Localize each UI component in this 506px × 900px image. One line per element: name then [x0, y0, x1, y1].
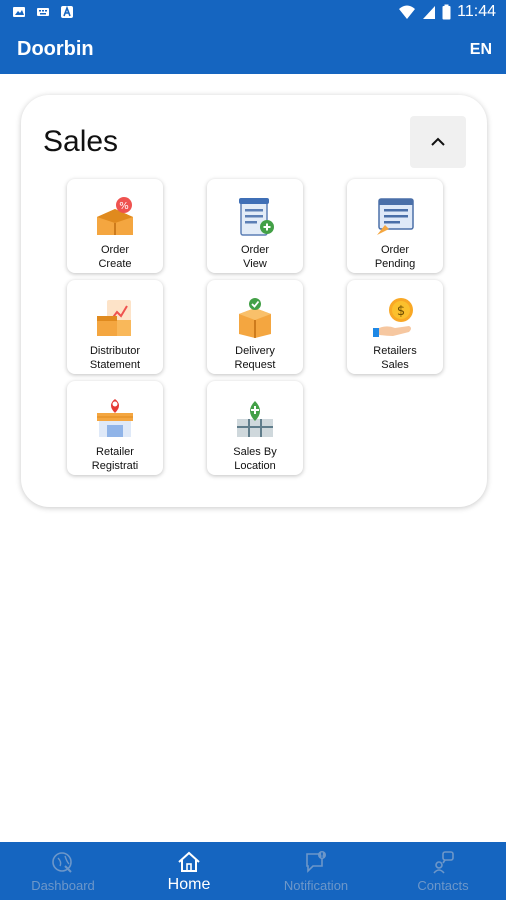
app-bar: Doorbin EN — [0, 26, 506, 74]
tile-sales-by-location[interactable]: Sales By Location — [207, 381, 303, 475]
nav-label: Contacts — [417, 878, 469, 893]
app-notification-icon — [61, 5, 73, 18]
tile-distributor-statement[interactable]: Distributor Statement — [67, 280, 163, 374]
tile-order-pending[interactable]: Order Pending — [347, 179, 443, 273]
sales-card: Sales % Order Create Order View Order Pe… — [21, 95, 487, 507]
tile-label: Order Pending — [374, 244, 416, 270]
sales-section-title: Sales — [43, 125, 119, 158]
order-create-icon: % — [97, 197, 133, 235]
home-icon — [178, 851, 200, 872]
contacts-icon — [433, 851, 454, 874]
notification-icon — [306, 851, 326, 873]
svg-text:$: $ — [397, 304, 405, 319]
collapse-button[interactable] — [410, 116, 466, 168]
signal-icon — [423, 6, 436, 19]
nav-label: Notification — [283, 878, 349, 893]
order-pending-icon — [377, 198, 414, 235]
tile-order-create[interactable]: % Order Create — [67, 179, 163, 273]
distributor-statement-icon — [97, 300, 131, 336]
tile-label: Order Create — [98, 244, 132, 270]
nav-label: Dashboard — [31, 878, 95, 893]
dashboard-icon — [52, 852, 72, 873]
clock: 11:44 — [457, 3, 496, 20]
tile-delivery-request[interactable]: Delivery Request — [207, 280, 303, 374]
language-selector[interactable]: EN — [470, 41, 492, 59]
retailers-sales-icon: $ — [373, 298, 413, 337]
tile-retailers-sales[interactable]: $ Retailers Sales — [347, 280, 443, 374]
order-view-icon — [239, 198, 274, 236]
retailer-registration-icon — [97, 399, 133, 437]
bottom-navigation: Dashboard Home Notification Contacts — [0, 842, 506, 900]
tile-label: Sales By Location — [233, 446, 277, 472]
nav-label: Home — [167, 876, 211, 893]
nav-contacts[interactable]: Contacts — [380, 842, 506, 900]
image-notification-icon — [13, 7, 25, 17]
tile-label: Retailers Sales — [373, 345, 417, 371]
chevron-up-icon — [431, 137, 445, 146]
tile-order-view[interactable]: Order View — [207, 179, 303, 273]
nav-dashboard[interactable]: Dashboard — [0, 842, 126, 900]
tile-label: Distributor Statement — [89, 345, 141, 371]
sales-by-location-icon — [237, 401, 273, 437]
tile-retailer-registration[interactable]: Retailer Registrati — [67, 381, 163, 475]
svg-text:%: % — [119, 201, 129, 212]
app-title: Doorbin — [17, 38, 94, 60]
tile-label: Retailer Registrati — [91, 446, 139, 472]
nav-notification[interactable]: Notification — [253, 842, 379, 900]
wifi-icon — [399, 5, 416, 19]
keyboard-notification-icon — [37, 8, 49, 16]
tile-label: Delivery Request — [234, 345, 276, 371]
tile-label: Order View — [240, 244, 270, 270]
status-bar: 11:44 — [0, 0, 506, 26]
nav-home[interactable]: Home — [126, 842, 252, 900]
battery-icon — [442, 4, 451, 20]
delivery-request-icon — [239, 298, 271, 338]
